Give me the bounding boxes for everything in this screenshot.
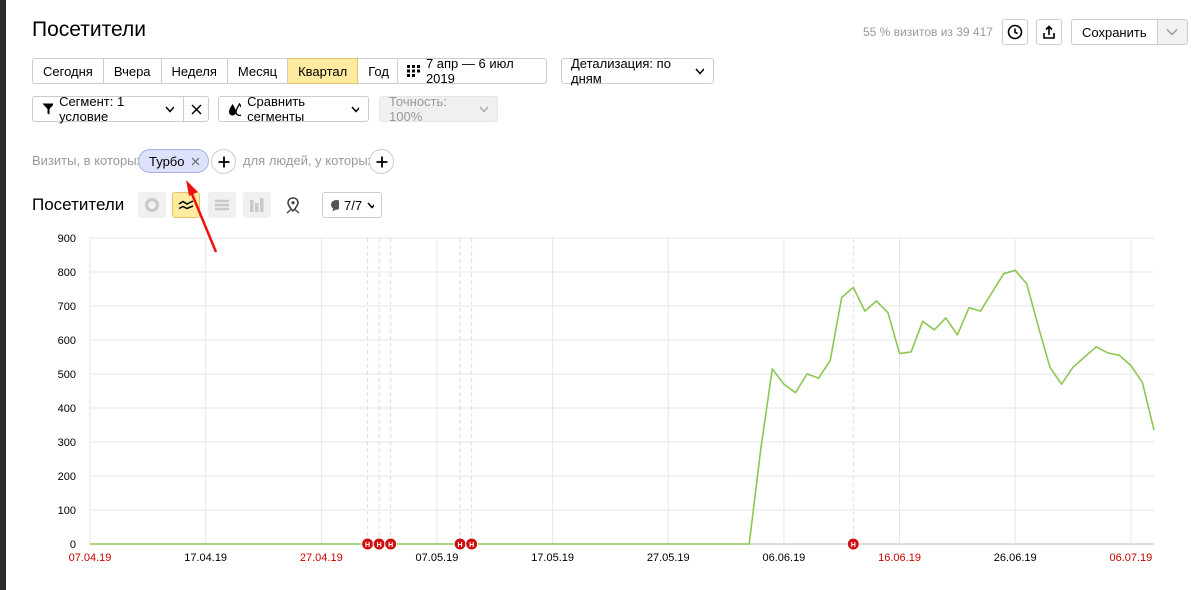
x-tick-label: 17.04.19 — [184, 552, 227, 564]
y-tick-label: 600 — [58, 335, 76, 347]
plus-icon — [218, 156, 229, 167]
x-tick-label: 07.05.19 — [416, 552, 459, 564]
period-month-button[interactable]: Месяц — [227, 58, 289, 84]
add-people-condition-button[interactable] — [369, 149, 394, 174]
detail-dropdown[interactable]: Детализация: по дням — [561, 56, 714, 86]
annotation-marker-label: H — [851, 542, 856, 549]
segment-dropdown[interactable]: Сегмент: 1 условие — [32, 94, 184, 124]
export-button[interactable] — [1036, 19, 1062, 45]
save-button[interactable]: Сохранить — [1071, 19, 1158, 45]
period-year-button[interactable]: Год — [358, 58, 400, 84]
visits-filter-label: Визиты, в которых — [32, 153, 144, 168]
x-tick-label: 26.06.19 — [994, 552, 1037, 564]
close-icon — [190, 103, 202, 115]
compare-segments-button[interactable]: Сравнить сегменты — [218, 94, 369, 124]
chevron-down-icon — [695, 68, 704, 75]
x-tick-label: 07.04.19 — [69, 552, 112, 564]
segment-clear-button[interactable] — [183, 96, 209, 122]
period-quarter-button[interactable]: Квартал — [288, 58, 359, 84]
x-tick-label: 27.04.19 — [300, 552, 343, 564]
date-range-button[interactable]: 7 апр — 6 июл 2019 — [397, 56, 547, 86]
filter-chip-label: Турбо — [149, 153, 185, 169]
date-range-label: 7 апр — 6 июл 2019 — [425, 56, 514, 86]
chart-section-title: Посетители — [32, 195, 125, 214]
annotation-marker-label: H — [377, 542, 382, 549]
line-view-button[interactable] — [172, 192, 200, 218]
line-chart-icon — [178, 200, 194, 210]
chevron-down-icon — [351, 106, 359, 113]
period-switcher: Сегодня Вчера Неделя Месяц Квартал Год — [32, 58, 400, 84]
segment-label: Сегмент: 1 условие — [59, 94, 125, 124]
page-title: Посетители — [32, 18, 146, 41]
close-icon[interactable] — [191, 157, 200, 166]
y-tick-label: 200 — [58, 471, 76, 483]
annotation-marker-label: H — [388, 542, 393, 549]
bar-chart-icon — [250, 198, 264, 212]
area-view-button[interactable] — [208, 192, 236, 218]
area-chart-icon — [215, 199, 229, 211]
series-count-label: 7/7 — [344, 197, 363, 213]
comment-icon — [331, 199, 339, 211]
chevron-down-icon — [165, 106, 174, 113]
series-selector-dropdown[interactable]: 7/7 — [322, 192, 382, 218]
y-tick-label: 400 — [58, 403, 76, 415]
x-tick-label: 16.06.19 — [878, 552, 921, 564]
detail-label: Детализация: по дням — [571, 56, 671, 86]
x-tick-label: 17.05.19 — [531, 552, 574, 564]
annotation-marker-label: H — [458, 542, 463, 549]
y-tick-label: 800 — [58, 267, 76, 279]
annotation-marker-label: H — [365, 542, 370, 549]
accuracy-dropdown[interactable]: Точность: 100% — [379, 94, 498, 124]
y-tick-label: 700 — [58, 301, 76, 313]
add-visit-condition-button[interactable] — [211, 149, 236, 174]
y-tick-label: 500 — [58, 369, 76, 381]
history-button[interactable] — [1002, 19, 1028, 45]
visits-percentage-note: 55 % визитов из 39 417 — [863, 25, 993, 39]
y-tick-label: 900 — [58, 233, 76, 245]
period-yesterday-button[interactable]: Вчера — [103, 58, 162, 84]
plus-icon — [376, 156, 387, 167]
map-pin-icon — [286, 197, 300, 214]
map-view-button[interactable] — [285, 197, 301, 219]
pie-view-button[interactable] — [138, 192, 166, 218]
series-line — [90, 269, 1155, 545]
y-tick-label: 0 — [70, 539, 76, 551]
pie-icon — [145, 198, 159, 212]
chevron-down-icon — [479, 106, 488, 113]
bar-view-button[interactable] — [243, 192, 271, 218]
period-week-button[interactable]: Неделя — [161, 58, 228, 84]
funnel-icon — [42, 103, 54, 115]
x-tick-label: 27.05.19 — [647, 552, 690, 564]
chevron-down-icon — [367, 202, 374, 209]
annotation-marker-label: H — [469, 542, 474, 549]
drops-icon — [229, 102, 242, 116]
compare-segments-label: Сравнить сегменты — [247, 94, 306, 124]
x-tick-label: 06.06.19 — [762, 552, 805, 564]
y-tick-label: 300 — [58, 437, 76, 449]
y-tick-label: 100 — [58, 505, 76, 517]
save-group: Сохранить — [1071, 19, 1188, 45]
export-icon — [1043, 25, 1055, 39]
history-icon — [1007, 24, 1023, 40]
filter-chip-turbo[interactable]: Турбо — [138, 149, 210, 173]
chevron-down-icon — [1166, 28, 1178, 36]
people-filter-label: для людей, у которых — [243, 153, 375, 168]
save-menu-button[interactable] — [1157, 19, 1188, 45]
period-today-button[interactable]: Сегодня — [32, 58, 104, 84]
x-tick-label: 06.07.19 — [1109, 552, 1152, 564]
visitors-line-chart: 0 100 200 300 400 500 600 700 800 900 07.04.19 17.0… — [58, 233, 1155, 564]
accuracy-label: Точность: 100% — [389, 94, 447, 124]
calendar-icon — [407, 65, 420, 77]
